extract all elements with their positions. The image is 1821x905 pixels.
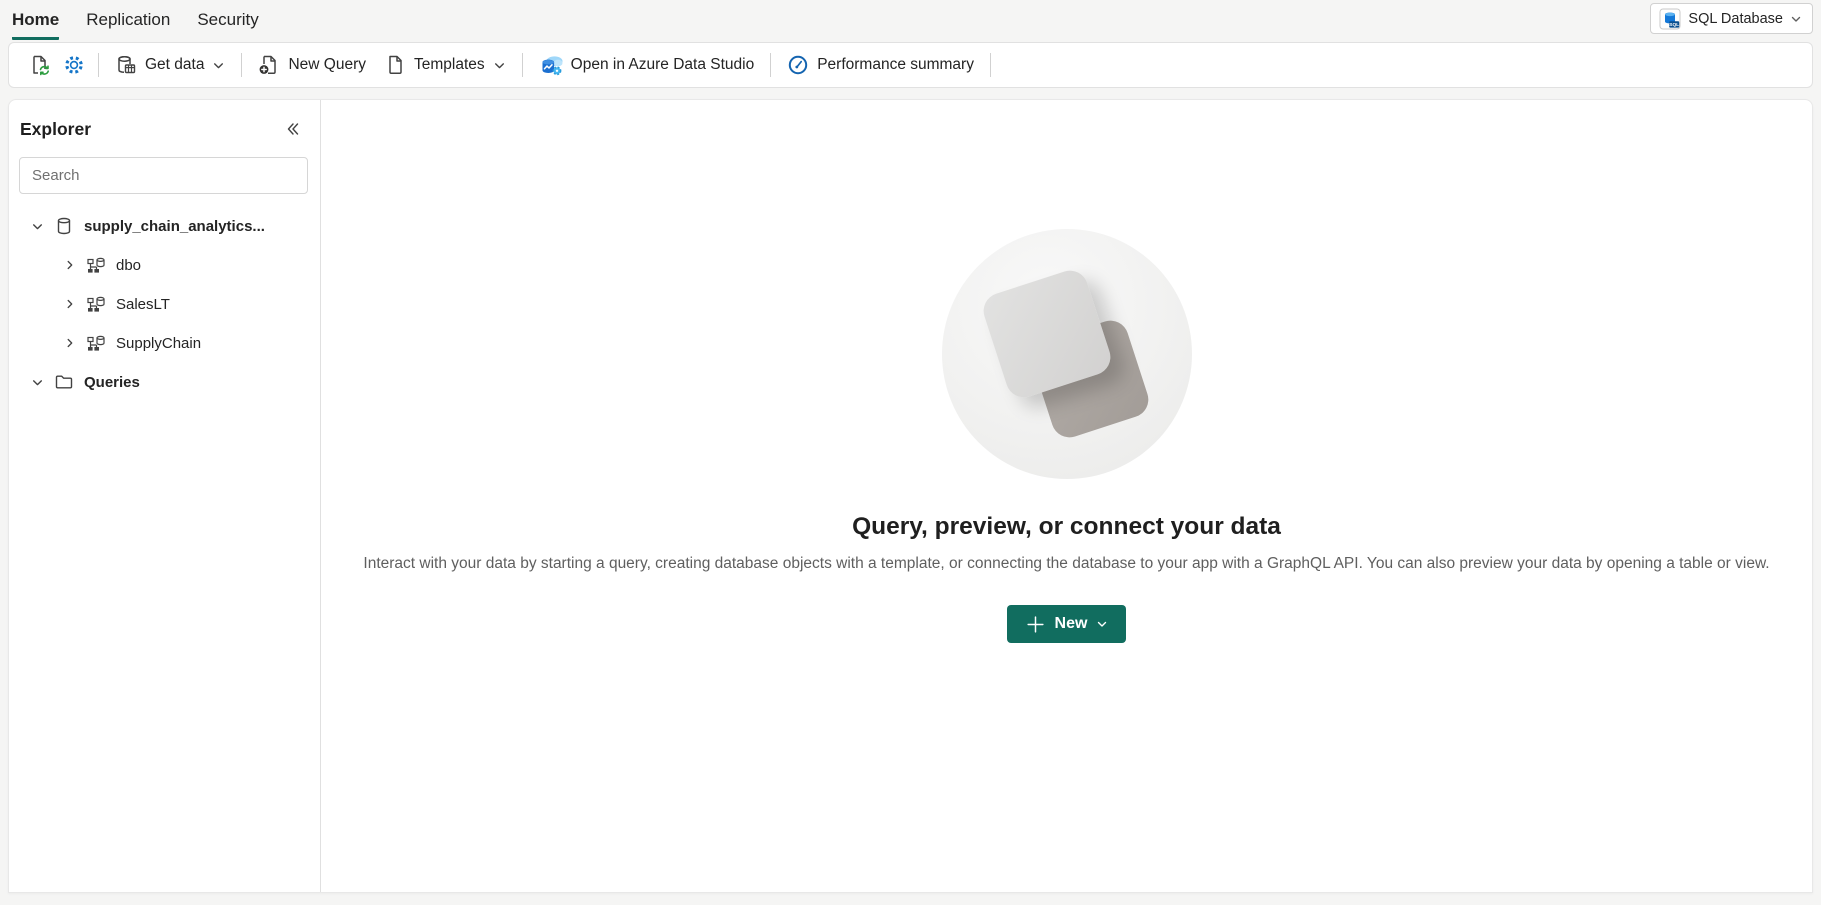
tree-row-schema-saleslt[interactable]: SalesLT xyxy=(9,286,320,322)
tab-security[interactable]: Security xyxy=(197,8,258,40)
plus-icon xyxy=(1025,614,1046,635)
folder-icon xyxy=(54,372,74,392)
document-plus-icon xyxy=(258,54,280,76)
chevron-down-icon xyxy=(212,59,225,72)
performance-summary-label: Performance summary xyxy=(817,56,974,74)
database-icon xyxy=(54,216,74,236)
tree-item-label: SalesLT xyxy=(116,296,170,313)
get-data-button[interactable]: Get data xyxy=(106,48,234,82)
chevron-down-icon xyxy=(1790,13,1802,25)
tree-item-label: supply_chain_analytics... xyxy=(84,218,265,235)
tree-item-label: SupplyChain xyxy=(116,335,201,352)
empty-state-pane: Query, preview, or connect your data Int… xyxy=(321,100,1812,892)
home-toolbar: Get data New Query xyxy=(8,42,1813,88)
toolbar-separator xyxy=(990,53,991,77)
explorer-title: Explorer xyxy=(20,119,91,140)
gauge-icon xyxy=(787,54,809,76)
toolbar-separator xyxy=(522,53,523,77)
chevron-down-icon xyxy=(1096,618,1108,630)
empty-state-illustration xyxy=(942,229,1192,479)
templates-button[interactable]: Templates xyxy=(375,48,515,82)
empty-state-title: Query, preview, or connect your data xyxy=(852,513,1281,541)
refresh-schema-button[interactable] xyxy=(23,48,57,82)
chevron-down-icon xyxy=(31,376,44,389)
search-input[interactable] xyxy=(19,157,308,194)
content-card: Explorer xyxy=(8,99,1813,893)
chevron-down-icon xyxy=(31,220,44,233)
toolbar-separator xyxy=(98,53,99,77)
chevron-right-icon xyxy=(64,337,76,349)
chevron-down-icon xyxy=(493,59,506,72)
schema-icon xyxy=(86,333,106,353)
get-data-label: Get data xyxy=(145,56,204,74)
tree-row-schema-dbo[interactable]: dbo xyxy=(9,247,320,283)
double-chevron-left-icon xyxy=(285,121,301,137)
empty-state-description: Interact with your data by starting a qu… xyxy=(352,553,1782,575)
tree-item-label: Queries xyxy=(84,374,140,391)
open-azure-data-studio-label: Open in Azure Data Studio xyxy=(571,56,755,74)
chevron-right-icon xyxy=(64,259,76,271)
toolbar-separator xyxy=(241,53,242,77)
svg-text:SQL: SQL xyxy=(1670,22,1680,28)
performance-summary-button[interactable]: Performance summary xyxy=(778,48,983,82)
azure-data-studio-icon xyxy=(539,54,563,76)
document-icon xyxy=(384,54,406,76)
schema-refresh-icon xyxy=(29,54,51,76)
workload-selector-button[interactable]: SQL SQL Database xyxy=(1650,3,1813,34)
toolbar-separator xyxy=(770,53,771,77)
schema-icon xyxy=(86,294,106,314)
ribbon-tabbar: Home Replication Security xyxy=(0,0,1821,40)
search-wrap xyxy=(9,144,320,204)
new-button-label: New xyxy=(1055,615,1088,633)
new-button[interactable]: New xyxy=(1007,605,1126,643)
tab-replication[interactable]: Replication xyxy=(86,8,170,40)
explorer-pane: Explorer xyxy=(9,100,321,892)
tab-home[interactable]: Home xyxy=(12,8,59,40)
sql-database-icon: SQL xyxy=(1659,8,1681,30)
explorer-header: Explorer xyxy=(9,114,320,144)
sql-database-workspace: Home Replication Security SQL SQL Databa… xyxy=(0,0,1821,905)
object-tree: supply_chain_analytics... xyxy=(9,204,320,400)
tree-item-label: dbo xyxy=(116,257,141,274)
collapse-pane-button[interactable] xyxy=(280,116,306,142)
chevron-right-icon xyxy=(64,298,76,310)
open-azure-data-studio-button[interactable]: Open in Azure Data Studio xyxy=(530,48,764,82)
workload-selector-label: SQL Database xyxy=(1688,11,1783,27)
templates-label: Templates xyxy=(414,56,485,74)
tree-row-schema-supplychain[interactable]: SupplyChain xyxy=(9,325,320,361)
tree-row-database[interactable]: supply_chain_analytics... xyxy=(9,208,320,244)
tree-row-queries[interactable]: Queries xyxy=(9,364,320,400)
settings-gear-icon xyxy=(63,54,85,76)
settings-button[interactable] xyxy=(57,48,91,82)
new-query-label: New Query xyxy=(288,56,366,74)
new-query-button[interactable]: New Query xyxy=(249,48,375,82)
database-grid-icon xyxy=(115,54,137,76)
schema-icon xyxy=(86,255,106,275)
